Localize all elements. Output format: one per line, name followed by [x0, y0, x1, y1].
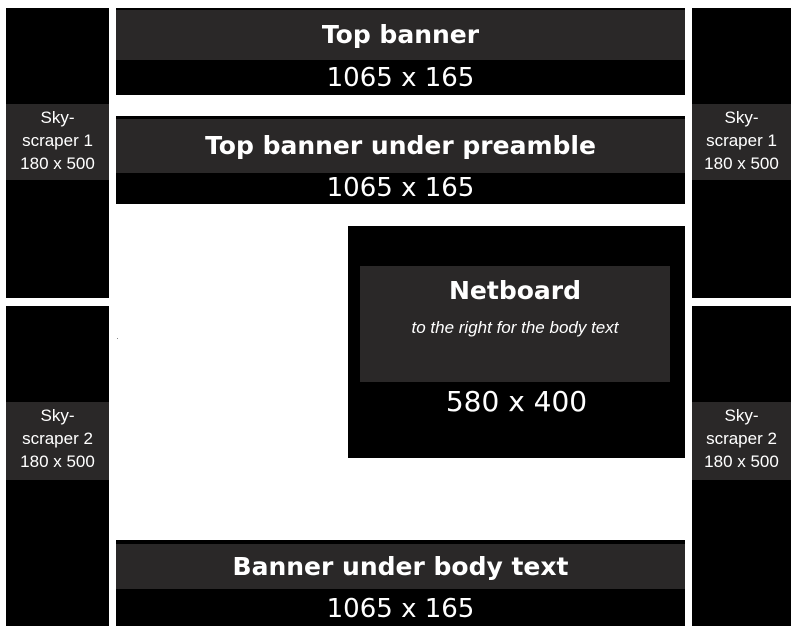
skyscraper-left-2: Sky- scraper 2 180 x 500 [6, 306, 109, 626]
top-banner-under-preamble-size: 1065 x 165 [326, 173, 475, 203]
top-banner: Top banner 1065 x 165 [116, 8, 685, 95]
top-banner-under-preamble: Top banner under preamble 1065 x 165 [116, 116, 685, 204]
banner-under-body-text: Banner under body text 1065 x 165 [116, 540, 685, 626]
skyscraper-left-1-label: Sky- scraper 1 180 x 500 [6, 104, 109, 180]
banner-under-body-text-title: Banner under body text [116, 544, 685, 589]
skyscraper-right-2-label: Sky- scraper 2 180 x 500 [692, 402, 791, 480]
skyscraper-right-1-label: Sky- scraper 1 180 x 500 [692, 104, 791, 180]
skyscraper-right-1: Sky- scraper 1 180 x 500 [692, 8, 791, 298]
netboard-title: Netboard [449, 276, 581, 305]
top-banner-size: 1065 x 165 [326, 63, 475, 93]
netboard-subtitle: to the right for the body text [411, 318, 619, 337]
netboard-size: 580 x 400 [445, 385, 588, 418]
skyscraper-right-2: Sky- scraper 2 180 x 500 [692, 306, 791, 626]
stray-dot [117, 338, 118, 339]
netboard-label: Netboard to the right for the body text [360, 266, 670, 382]
skyscraper-left-2-label: Sky- scraper 2 180 x 500 [6, 402, 109, 480]
top-banner-title: Top banner [116, 10, 685, 60]
netboard: Netboard to the right for the body text … [348, 226, 685, 458]
skyscraper-left-1: Sky- scraper 1 180 x 500 [6, 8, 109, 298]
top-banner-under-preamble-title: Top banner under preamble [116, 119, 685, 173]
banner-under-body-text-size: 1065 x 165 [326, 594, 475, 624]
